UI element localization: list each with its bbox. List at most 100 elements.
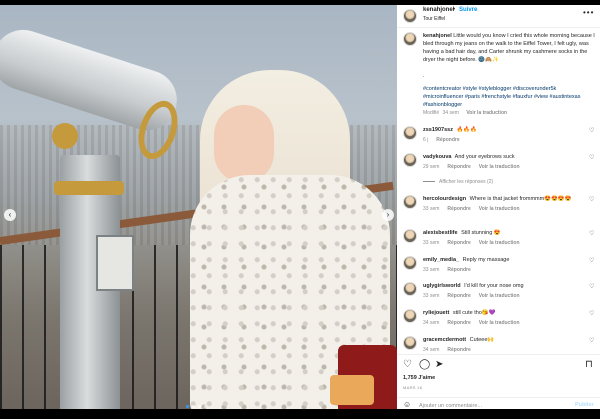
show-replies-label[interactable]: Afficher les réponses (2) xyxy=(439,179,493,185)
comment-body: 🔥🔥🔥 xyxy=(456,127,478,133)
show-replies-link[interactable]: Afficher les réponses (2) xyxy=(423,179,493,185)
translate-link[interactable]: Voir la traduction xyxy=(479,164,520,170)
carousel-dots xyxy=(186,405,207,408)
likes-count[interactable]: 1,759 J'aime xyxy=(403,375,435,381)
separator-dot: • xyxy=(453,7,456,13)
comment-avatar[interactable] xyxy=(403,229,417,243)
reply-button[interactable]: Répondre xyxy=(447,206,470,212)
comment-row: vadykouva And your eyebrows suck 29 sem Ré… xyxy=(397,153,600,179)
caption-text: kenahjonel Little would you know I cried… xyxy=(423,32,595,64)
comment-avatar[interactable] xyxy=(403,195,417,209)
comment-username[interactable]: uglygirlsworld xyxy=(423,283,461,289)
comment-username[interactable]: ryliejouett xyxy=(423,310,449,316)
reply-button[interactable]: Répondre xyxy=(447,240,470,246)
caption-username[interactable]: kenahjonel xyxy=(423,33,452,39)
reply-button[interactable]: Répondre xyxy=(447,320,470,326)
comment-time: 34 sem xyxy=(423,320,440,326)
reply-button[interactable]: Répondre xyxy=(447,267,470,273)
carousel-dot[interactable] xyxy=(186,405,189,408)
carousel-dot[interactable] xyxy=(192,405,195,408)
comment-body: I'd kill for your nose omg xyxy=(464,283,524,289)
likes-number: 1,759 xyxy=(403,375,417,381)
small-heart-icon[interactable]: ♡ xyxy=(589,310,594,317)
caption-period: . xyxy=(423,73,425,79)
carousel-dot[interactable] xyxy=(204,405,207,408)
carousel-next-button[interactable]: › xyxy=(382,209,394,221)
bottom-black-bar xyxy=(0,409,600,419)
comment-avatar[interactable] xyxy=(403,256,417,270)
caption-time: 34 sem xyxy=(442,110,459,116)
bag-badge xyxy=(330,375,374,405)
small-heart-icon[interactable]: ♡ xyxy=(589,283,594,290)
comment-body: Cuteee🙌 xyxy=(469,337,495,343)
edited-label: Modifié xyxy=(423,110,440,116)
reply-button[interactable]: Répondre xyxy=(447,293,470,299)
comment-text: ryliejouett still cute tho😘💜 xyxy=(423,310,496,316)
caption-meta: Modifié 34 sem Voir la traduction xyxy=(423,110,513,116)
publish-button[interactable]: Publier xyxy=(575,402,594,408)
small-heart-icon[interactable]: ♡ xyxy=(589,196,594,203)
translate-link[interactable]: Voir la traduction xyxy=(479,240,520,246)
comment-time: 34 sem xyxy=(423,347,440,353)
replies-line xyxy=(423,181,435,183)
translate-link[interactable]: Voir la traduction xyxy=(479,293,520,299)
comment-row: ryliejouett still cute tho😘💜 34 sem Répond… xyxy=(397,309,600,335)
comment-time: 33 sem xyxy=(423,267,440,273)
caption-avatar[interactable] xyxy=(403,32,417,46)
comment-row: alexisbestlife Still stunning 😍 33 sem Rép… xyxy=(397,229,600,255)
comment-meta: 34 sem Répondre Voir la traduction xyxy=(423,320,528,326)
heart-icon[interactable]: ♡ xyxy=(403,360,412,370)
telescope-knob xyxy=(52,123,78,149)
comment-username[interactable]: alexisbestlife xyxy=(423,230,458,236)
reply-button[interactable]: Répondre xyxy=(447,347,470,353)
small-heart-icon[interactable]: ♡ xyxy=(589,337,594,344)
comment-body: And your eyebrows suck xyxy=(454,154,515,160)
small-heart-icon[interactable]: ♡ xyxy=(589,127,594,134)
comment-row: zss1907ssz 🔥🔥🔥 6 j Répondre ♡ xyxy=(397,126,600,152)
comment-username[interactable]: zss1907ssz xyxy=(423,127,453,133)
caption-translate-link[interactable]: Voir la traduction xyxy=(466,110,507,116)
comment-username[interactable]: hercolourdesign xyxy=(423,196,466,202)
comment-icon[interactable]: ◯ xyxy=(419,360,430,370)
comment-body: Reply my massage xyxy=(462,257,510,263)
author-username[interactable]: kenahjonel xyxy=(423,7,454,13)
reply-button[interactable]: Répondre xyxy=(447,164,470,170)
post-date: MARS 16 xyxy=(403,385,423,390)
post-side-panel: kenahjonel • Suivre Tour Eiffel ••• kena… xyxy=(397,5,600,411)
follow-button[interactable]: Suivre xyxy=(459,7,477,13)
more-horizontal-icon[interactable]: ••• xyxy=(583,8,594,17)
comment-row: uglygirlsworld I'd kill for your nose om… xyxy=(397,282,600,308)
emoji-icon[interactable]: ☺ xyxy=(403,400,411,409)
comment-avatar[interactable] xyxy=(403,336,417,350)
author-avatar[interactable] xyxy=(403,9,417,23)
comment-avatar[interactable] xyxy=(403,282,417,296)
location-link[interactable]: Tour Eiffel xyxy=(423,16,445,22)
small-heart-icon[interactable]: ♡ xyxy=(589,230,594,237)
telescope-collar xyxy=(54,181,124,195)
comment-username[interactable]: gracemcdermott xyxy=(423,337,466,343)
small-heart-icon[interactable]: ♡ xyxy=(589,154,594,161)
comment-row: hercolourdesign Where is that jacket fro… xyxy=(397,195,600,221)
carousel-dot[interactable] xyxy=(198,405,201,408)
bookmark-icon[interactable]: ⊓ xyxy=(585,360,593,370)
post-photo[interactable]: ‹ › xyxy=(0,5,397,409)
comment-avatar[interactable] xyxy=(403,153,417,167)
post-header: kenahjonel • Suivre Tour Eiffel ••• xyxy=(397,5,600,28)
comment-avatar[interactable] xyxy=(403,309,417,323)
comment-username[interactable]: emily_media_ xyxy=(423,257,459,263)
person-face xyxy=(214,105,274,183)
translate-link[interactable]: Voir la traduction xyxy=(479,206,520,212)
reply-button[interactable]: Répondre xyxy=(436,137,459,143)
carousel-prev-button[interactable]: ‹ xyxy=(4,209,16,221)
comment-text: hercolourdesign Where is that jacket fro… xyxy=(423,196,572,202)
comment-username[interactable]: vadykouva xyxy=(423,154,451,160)
small-heart-icon[interactable]: ♡ xyxy=(589,257,594,264)
comment-body: still cute tho😘💜 xyxy=(452,310,496,316)
translate-link[interactable]: Voir la traduction xyxy=(479,320,520,326)
comment-row: emily_media_ Reply my massage 33 sem Répon… xyxy=(397,256,600,282)
comment-time: 6 j xyxy=(423,137,429,143)
caption-hashtags[interactable]: #contentcreator #style #styleblogger #di… xyxy=(423,85,595,109)
comment-meta: 33 sem Répondre Voir la traduction xyxy=(423,240,528,246)
comment-avatar[interactable] xyxy=(403,126,417,140)
share-icon[interactable]: ➤ xyxy=(435,360,443,370)
